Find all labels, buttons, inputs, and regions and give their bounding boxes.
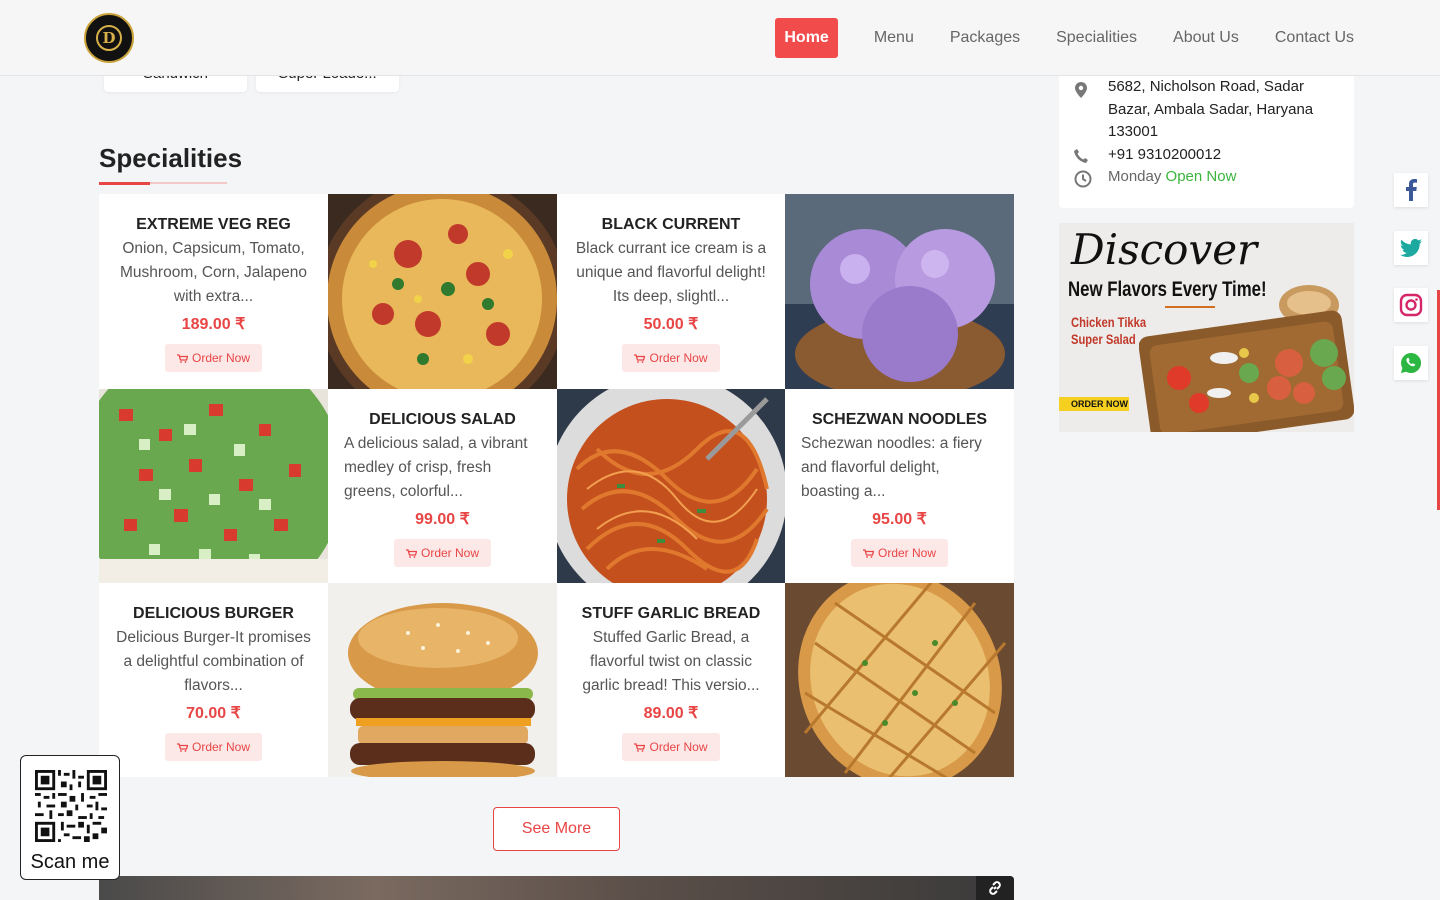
item-card: STUFF GARLIC BREAD Stuffed Garlic Bread,… bbox=[557, 583, 785, 777]
order-now-button[interactable]: Order Now bbox=[622, 344, 720, 372]
item-card: EXTREME VEG REG Onion, Capsicum, Tomato,… bbox=[99, 194, 328, 389]
nav-packages[interactable]: Packages bbox=[950, 18, 1020, 58]
item-price: 99.00 ₹ bbox=[415, 511, 470, 528]
garlic-bread-image[interactable] bbox=[785, 583, 1014, 777]
nav-home[interactable]: Home bbox=[775, 18, 838, 58]
promo-headline: Discover bbox=[1071, 225, 1258, 274]
clock-icon bbox=[1074, 170, 1092, 193]
facebook-icon[interactable] bbox=[1394, 173, 1428, 207]
item-name: SCHEZWAN NOODLES bbox=[811, 411, 988, 428]
cart-icon bbox=[634, 742, 646, 752]
item-description: Black currant ice cream is a unique and … bbox=[575, 240, 767, 305]
nav-contact-us[interactable]: Contact Us bbox=[1275, 18, 1354, 58]
whatsapp-icon[interactable] bbox=[1394, 346, 1428, 380]
logo-monogram: D bbox=[96, 25, 122, 51]
video-banner[interactable] bbox=[99, 876, 1014, 900]
promo-banner[interactable]: Discover New Flavors Every Time! Chicken… bbox=[1059, 223, 1354, 432]
nav-about-us[interactable]: About Us bbox=[1173, 18, 1239, 58]
link-icon[interactable] bbox=[976, 876, 1014, 900]
nav-specialities[interactable]: Specialities bbox=[1056, 18, 1137, 58]
instagram-icon[interactable] bbox=[1394, 288, 1428, 322]
see-more-button[interactable]: See More bbox=[493, 807, 620, 851]
item-name: EXTREME VEG REG bbox=[136, 216, 291, 233]
item-description: Stuffed Garlic Bread, a flavorful twist … bbox=[582, 629, 760, 694]
item-card: SCHEZWAN NOODLES Schezwan noodles: a fie… bbox=[785, 389, 1014, 583]
item-card: BLACK CURRENT Black currant ice cream is… bbox=[557, 194, 785, 389]
cart-icon bbox=[176, 353, 188, 363]
title-underline bbox=[99, 181, 227, 185]
promo-dish-line2: Super Salad bbox=[1071, 331, 1136, 347]
qr-code-widget[interactable]: Scan me bbox=[20, 755, 120, 880]
noodles-image[interactable] bbox=[557, 389, 785, 583]
day-text: Monday bbox=[1108, 168, 1162, 185]
item-description: A delicious salad, a vibrant medley of c… bbox=[344, 435, 528, 500]
phone-icon bbox=[1074, 149, 1088, 168]
item-name: DELICIOUS SALAD bbox=[369, 411, 516, 428]
order-now-button[interactable]: Order Now bbox=[622, 733, 720, 761]
qr-label: Scan me bbox=[30, 851, 110, 873]
promo-order-now[interactable]: ORDER NOW bbox=[1059, 397, 1129, 411]
contact-info-card: 5682, Nicholson Road, Sadar Bazar, Ambal… bbox=[1059, 70, 1354, 208]
open-status: Open Now bbox=[1165, 168, 1237, 185]
item-price: 70.00 ₹ bbox=[186, 705, 241, 722]
item-name: BLACK CURRENT bbox=[601, 216, 741, 233]
qr-code-image bbox=[35, 770, 107, 842]
twitter-icon[interactable] bbox=[1394, 231, 1428, 265]
order-now-button[interactable]: Order Now bbox=[850, 539, 948, 567]
cart-icon bbox=[634, 353, 646, 363]
salad-image[interactable] bbox=[99, 389, 328, 583]
order-now-label: Order Now bbox=[191, 740, 250, 754]
cart-icon bbox=[176, 742, 188, 752]
item-name: STUFF GARLIC BREAD bbox=[581, 605, 761, 622]
section-title: Specialities bbox=[99, 143, 243, 173]
order-now-button[interactable]: Order Now bbox=[164, 733, 262, 761]
location-icon bbox=[1074, 82, 1088, 103]
item-card: DELICIOUS SALAD A delicious salad, a vib… bbox=[328, 389, 557, 583]
item-description: Onion, Capsicum, Tomato, Mushroom, Corn,… bbox=[120, 240, 307, 305]
order-now-label: Order Now bbox=[191, 351, 250, 365]
item-description: Schezwan noodles: a fiery and flavorful … bbox=[801, 435, 982, 500]
item-price: 95.00 ₹ bbox=[872, 511, 927, 528]
item-card: DELICIOUS BURGER Delicious Burger-It pro… bbox=[99, 583, 328, 777]
cart-icon bbox=[405, 548, 417, 558]
item-name: DELICIOUS BURGER bbox=[133, 605, 294, 622]
address-text: 5682, Nicholson Road, Sadar Bazar, Ambal… bbox=[1108, 78, 1314, 140]
ice-cream-image[interactable] bbox=[785, 194, 1014, 389]
order-now-label: Order Now bbox=[877, 546, 936, 560]
specialities-grid: EXTREME VEG REG Onion, Capsicum, Tomato,… bbox=[99, 194, 1014, 777]
promo-dish-line1: Chicken Tikka bbox=[1071, 314, 1147, 330]
order-now-button[interactable]: Order Now bbox=[393, 539, 491, 567]
pizza-image[interactable] bbox=[328, 194, 557, 389]
order-now-label: Order Now bbox=[649, 740, 708, 754]
order-now-label: Order Now bbox=[420, 546, 479, 560]
cart-icon bbox=[862, 548, 874, 558]
order-now-label: Order Now bbox=[649, 351, 708, 365]
item-price: 50.00 ₹ bbox=[643, 316, 699, 333]
item-price: 89.00 ₹ bbox=[643, 705, 699, 722]
nav-menu[interactable]: Menu bbox=[874, 18, 914, 58]
hours-row: Monday Open Now bbox=[1108, 166, 1236, 189]
order-now-button[interactable]: Order Now bbox=[164, 344, 262, 372]
item-price: 189.00 ₹ bbox=[181, 316, 246, 333]
main-nav: Home Menu Packages Specialities About Us… bbox=[775, 18, 1354, 58]
item-description: Delicious Burger-It promises a delightfu… bbox=[116, 629, 311, 694]
site-header: D Home Menu Packages Specialities About … bbox=[0, 0, 1440, 76]
burger-image[interactable] bbox=[328, 583, 557, 777]
site-logo[interactable]: D bbox=[84, 13, 134, 63]
phone-text[interactable]: +91 9310200012 bbox=[1108, 144, 1221, 167]
